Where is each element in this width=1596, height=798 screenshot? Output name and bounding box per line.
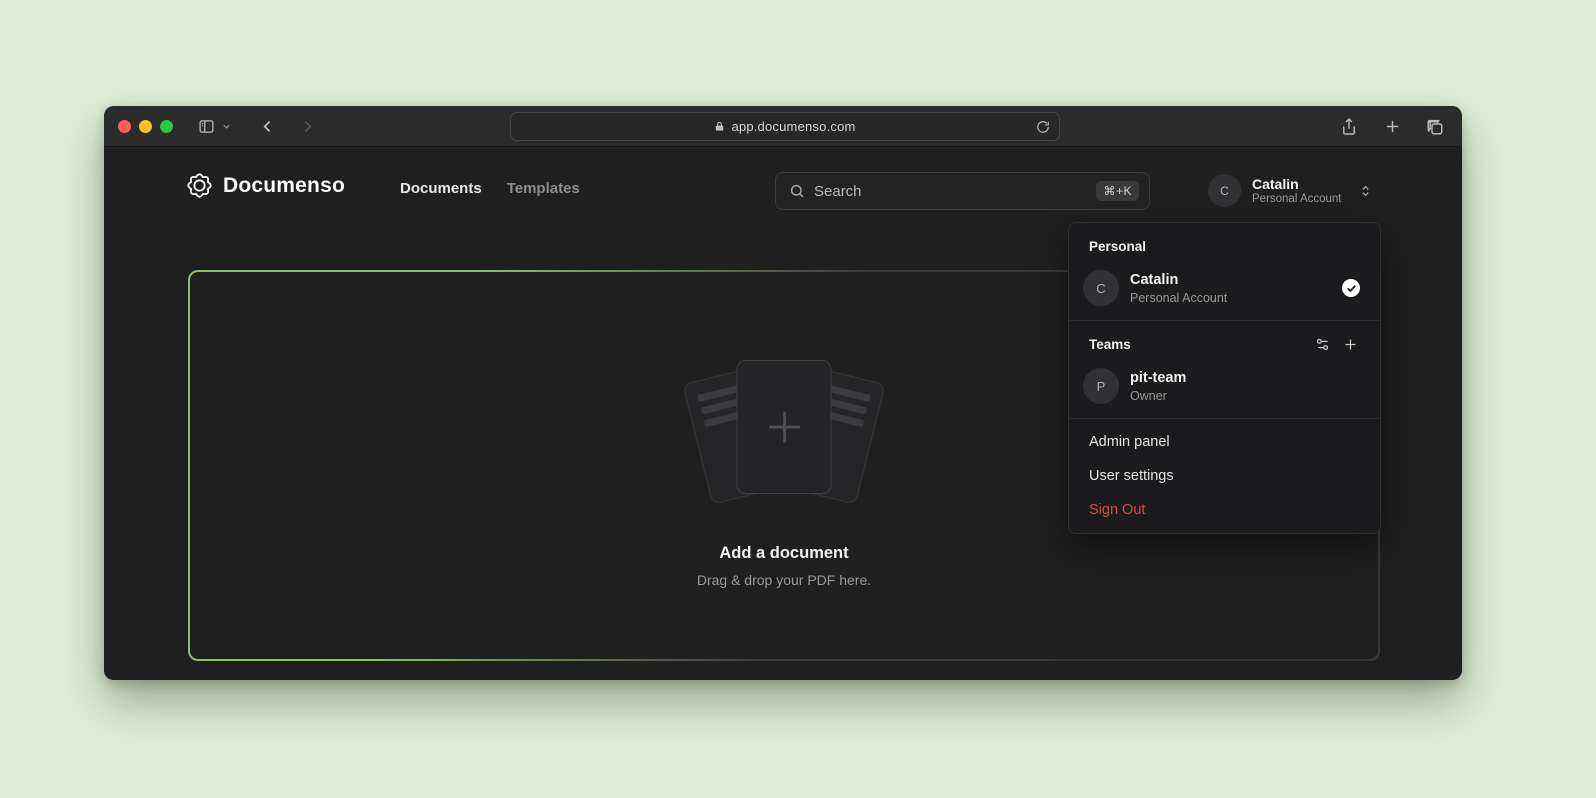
documenso-app-page: Documenso Documents Templates ⌘+K C Cata… [104,147,1462,679]
sidebar-toggle-icon[interactable] [193,113,219,139]
account-name: Catalin [1252,176,1342,192]
avatar: P [1083,368,1119,404]
zoom-window-button[interactable] [160,120,173,133]
chevron-up-down-icon [1359,184,1372,198]
search-input[interactable] [814,183,1096,200]
account-subtitle: Personal Account [1252,193,1342,205]
menu-item-admin-panel[interactable]: Admin panel [1069,425,1380,459]
minimize-window-button[interactable] [139,120,152,133]
divider [1069,320,1380,321]
brand-name: Documenso [223,174,345,198]
personal-account-item[interactable]: C Catalin Personal Account [1069,262,1380,314]
personal-section-label: Personal [1069,229,1380,262]
brand[interactable]: Documenso [186,172,345,199]
window-controls [118,120,173,133]
dropzone-title: Add a document [719,544,848,563]
account-menu-button[interactable]: C Catalin Personal Account [1208,174,1372,207]
avatar: C [1083,270,1119,306]
address-bar[interactable]: app.documenso.com [510,112,1060,141]
divider [1069,418,1380,419]
back-button-icon[interactable] [254,113,280,139]
plus-icon [761,404,807,450]
dropzone-subtitle: Drag & drop your PDF here. [697,572,871,588]
toolbar-right-group [1336,106,1448,147]
browser-window: app.documenso.com [104,106,1462,680]
share-icon[interactable] [1336,114,1362,140]
lock-icon [714,120,725,133]
team-role: Owner [1130,389,1186,403]
illustration-card-center [737,360,832,494]
account-dropdown-menu: Personal C Catalin Personal Account Team… [1068,222,1381,534]
forward-button-icon[interactable] [294,113,320,139]
teams-section-label: Teams [1069,327,1380,360]
refresh-icon[interactable] [1036,120,1050,134]
nav-documents[interactable]: Documents [400,180,482,197]
main-nav: Documents Templates [400,180,580,197]
toolbar-left-group [193,113,320,139]
manage-teams-icon[interactable] [1315,337,1330,352]
tab-overview-icon[interactable] [1422,114,1448,140]
new-tab-icon[interactable] [1379,114,1405,140]
sidebar-menu-chevron-icon[interactable] [221,121,232,132]
team-name: pit-team [1130,370,1186,387]
team-item-pit-team[interactable]: P pit-team Owner [1069,360,1380,412]
menu-item-user-settings[interactable]: User settings [1069,459,1380,493]
close-window-button[interactable] [118,120,131,133]
browser-toolbar: app.documenso.com [104,106,1462,147]
account-name: Catalin [1130,272,1227,289]
documenso-logo-icon [186,172,213,199]
nav-templates[interactable]: Templates [507,180,580,197]
documents-illustration [674,358,894,508]
avatar: C [1208,174,1241,207]
url-text: app.documenso.com [731,119,855,134]
search-icon [789,183,805,199]
selected-check-icon [1342,279,1360,297]
search-shortcut-badge: ⌘+K [1096,181,1139,201]
add-team-icon[interactable] [1343,337,1358,352]
account-subtitle: Personal Account [1130,291,1227,305]
search-bar[interactable]: ⌘+K [775,172,1150,210]
menu-item-sign-out[interactable]: Sign Out [1069,493,1380,527]
